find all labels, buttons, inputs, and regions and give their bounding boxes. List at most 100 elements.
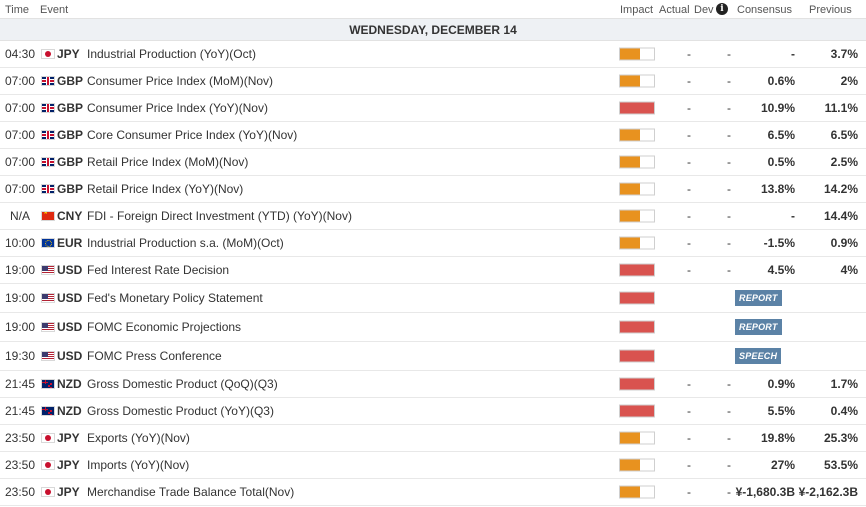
col-time[interactable]: Time [5,4,29,16]
event-row[interactable]: 19:00 USD FOMC Economic Projections REPORT [0,313,866,342]
event-consensus: 6.5% [767,128,795,142]
event-deviation: - [727,431,731,445]
us-flag-icon [41,293,55,303]
impact-indicator [619,404,655,418]
event-actual: - [687,74,691,88]
event-name[interactable]: Retail Price Index (YoY)(Nov) [87,182,243,196]
col-impact[interactable]: Impact [620,4,653,16]
event-name[interactable]: Core Consumer Price Index (YoY)(Nov) [87,128,297,142]
event-row[interactable]: 19:00 USD Fed Interest Rate Decision - - 4.5%… [0,257,866,284]
impact-indicator [619,101,655,115]
event-deviation: - [727,485,731,499]
event-name[interactable]: FOMC Press Conference [87,349,222,363]
event-row[interactable]: 23:50 JPY Imports (YoY)(Nov) - - 27% 53.5% [0,452,866,479]
uk-flag-icon [41,130,55,140]
event-row[interactable]: 19:30 USD FOMC Press Conference SPEECH [0,342,866,371]
impact-fill [620,264,654,276]
event-time: 07:00 [5,74,36,88]
event-currency: GBP [57,155,84,169]
impact-fill [620,350,654,362]
event-deviation: - [727,209,731,223]
event-row[interactable]: 07:00 GBP Retail Price Index (YoY)(Nov) - - 1… [0,176,866,203]
event-previous: 1.7% [830,377,858,391]
event-name[interactable]: Retail Price Index (MoM)(Nov) [87,155,248,169]
event-time: 07:00 [5,155,36,169]
col-consensus[interactable]: Consensus [737,4,792,16]
event-row[interactable]: 07:00 GBP Consumer Price Index (YoY)(Nov) -… [0,95,866,122]
col-event[interactable]: Event [40,4,68,16]
event-row[interactable]: 23:50 JPY Exports (YoY)(Nov) - - 19.8% 25.3% [0,425,866,452]
event-time: 04:30 [5,47,36,61]
column-header-row: Time Event Impact Actual Dev i Consensus… [0,0,866,19]
event-row[interactable]: 07:00 GBP Retail Price Index (MoM)(Nov) - - 0… [0,149,866,176]
event-currency: USD [57,263,83,277]
event-name[interactable]: FDI - Foreign Direct Investment (YTD) (Y… [87,209,352,223]
event-name[interactable]: Industrial Production s.a. (MoM)(Oct) [87,236,284,250]
impact-indicator [619,291,655,305]
event-previous: 25.3% [823,431,858,445]
event-row[interactable]: 10:00 EUR Industrial Production s.a. (MoM)… [0,230,866,257]
impact-indicator [619,74,655,88]
event-actual: - [687,209,691,223]
event-row[interactable]: 19:00 USD Fed's Monetary Policy Statement R… [0,284,866,313]
impact-indicator [619,320,655,334]
event-name[interactable]: Industrial Production (YoY)(Oct) [87,47,256,61]
info-icon[interactable]: i [716,3,728,15]
event-consensus: 0.5% [767,155,795,169]
event-row[interactable]: N/A CNY FDI - Foreign Direct Investment (Y… [0,203,866,230]
col-dev[interactable]: Dev [694,4,714,16]
event-name[interactable]: Fed's Monetary Policy Statement [87,291,263,305]
event-name[interactable]: Imports (YoY)(Nov) [87,458,189,472]
col-actual[interactable]: Actual [659,4,690,16]
event-currency: JPY [57,431,80,445]
event-row[interactable]: 04:30 JPY Industrial Production (YoY)(Oct)… [0,41,866,68]
event-time: 23:50 [5,458,36,472]
impact-fill [620,459,641,471]
event-row[interactable]: 23:50 JPY Merchandise Trade Balance Total(… [0,479,866,506]
event-name[interactable]: Consumer Price Index (MoM)(Nov) [87,74,273,88]
event-consensus: 19.8% [760,431,795,445]
impact-fill [620,183,641,195]
col-previous[interactable]: Previous [809,4,852,16]
event-time: 10:00 [5,236,36,250]
japan-flag-icon [41,433,55,443]
impact-indicator [619,458,655,472]
event-name[interactable]: FOMC Economic Projections [87,320,241,334]
event-previous: 0.9% [830,236,858,250]
event-row[interactable]: 21:45 NZD Gross Domestic Product (YoY)(Q3)… [0,398,866,425]
event-name[interactable]: Gross Domestic Product (QoQ)(Q3) [87,377,278,391]
japan-flag-icon [41,49,55,59]
event-previous: ¥-2,162.3B [798,485,858,499]
impact-fill [620,129,641,141]
event-name[interactable]: Exports (YoY)(Nov) [87,431,190,445]
event-currency: EUR [57,236,83,250]
day-heading: WEDNESDAY, DECEMBER 14 [0,19,866,41]
event-name[interactable]: Fed Interest Rate Decision [87,263,229,277]
event-deviation: - [727,182,731,196]
speech-badge[interactable]: SPEECH [735,348,782,364]
uk-flag-icon [41,103,55,113]
event-row[interactable]: 07:00 GBP Core Consumer Price Index (YoY)(… [0,122,866,149]
japan-flag-icon [41,487,55,497]
new-zealand-flag-icon [41,379,55,389]
event-time: 07:00 [5,101,36,115]
event-actual: - [687,182,691,196]
event-name[interactable]: Merchandise Trade Balance Total(Nov) [87,485,294,499]
event-currency: CNY [57,209,83,223]
impact-indicator [619,209,655,223]
events-list: 04:30 JPY Industrial Production (YoY)(Oct)… [0,41,866,506]
event-consensus: - [791,47,795,61]
impact-indicator [619,431,655,445]
event-name[interactable]: Consumer Price Index (YoY)(Nov) [87,101,268,115]
event-deviation: - [727,377,731,391]
uk-flag-icon [41,157,55,167]
event-row[interactable]: 07:00 GBP Consumer Price Index (MoM)(Nov) -… [0,68,866,95]
event-currency: NZD [57,404,82,418]
event-consensus: - [791,209,795,223]
economic-calendar: Time Event Impact Actual Dev i Consensus… [0,0,866,507]
report-badge[interactable]: REPORT [735,319,782,335]
event-consensus: 4.5% [767,263,795,277]
event-row[interactable]: 21:45 NZD Gross Domestic Product (QoQ)(Q3)… [0,371,866,398]
event-name[interactable]: Gross Domestic Product (YoY)(Q3) [87,404,274,418]
report-badge[interactable]: REPORT [735,290,782,306]
